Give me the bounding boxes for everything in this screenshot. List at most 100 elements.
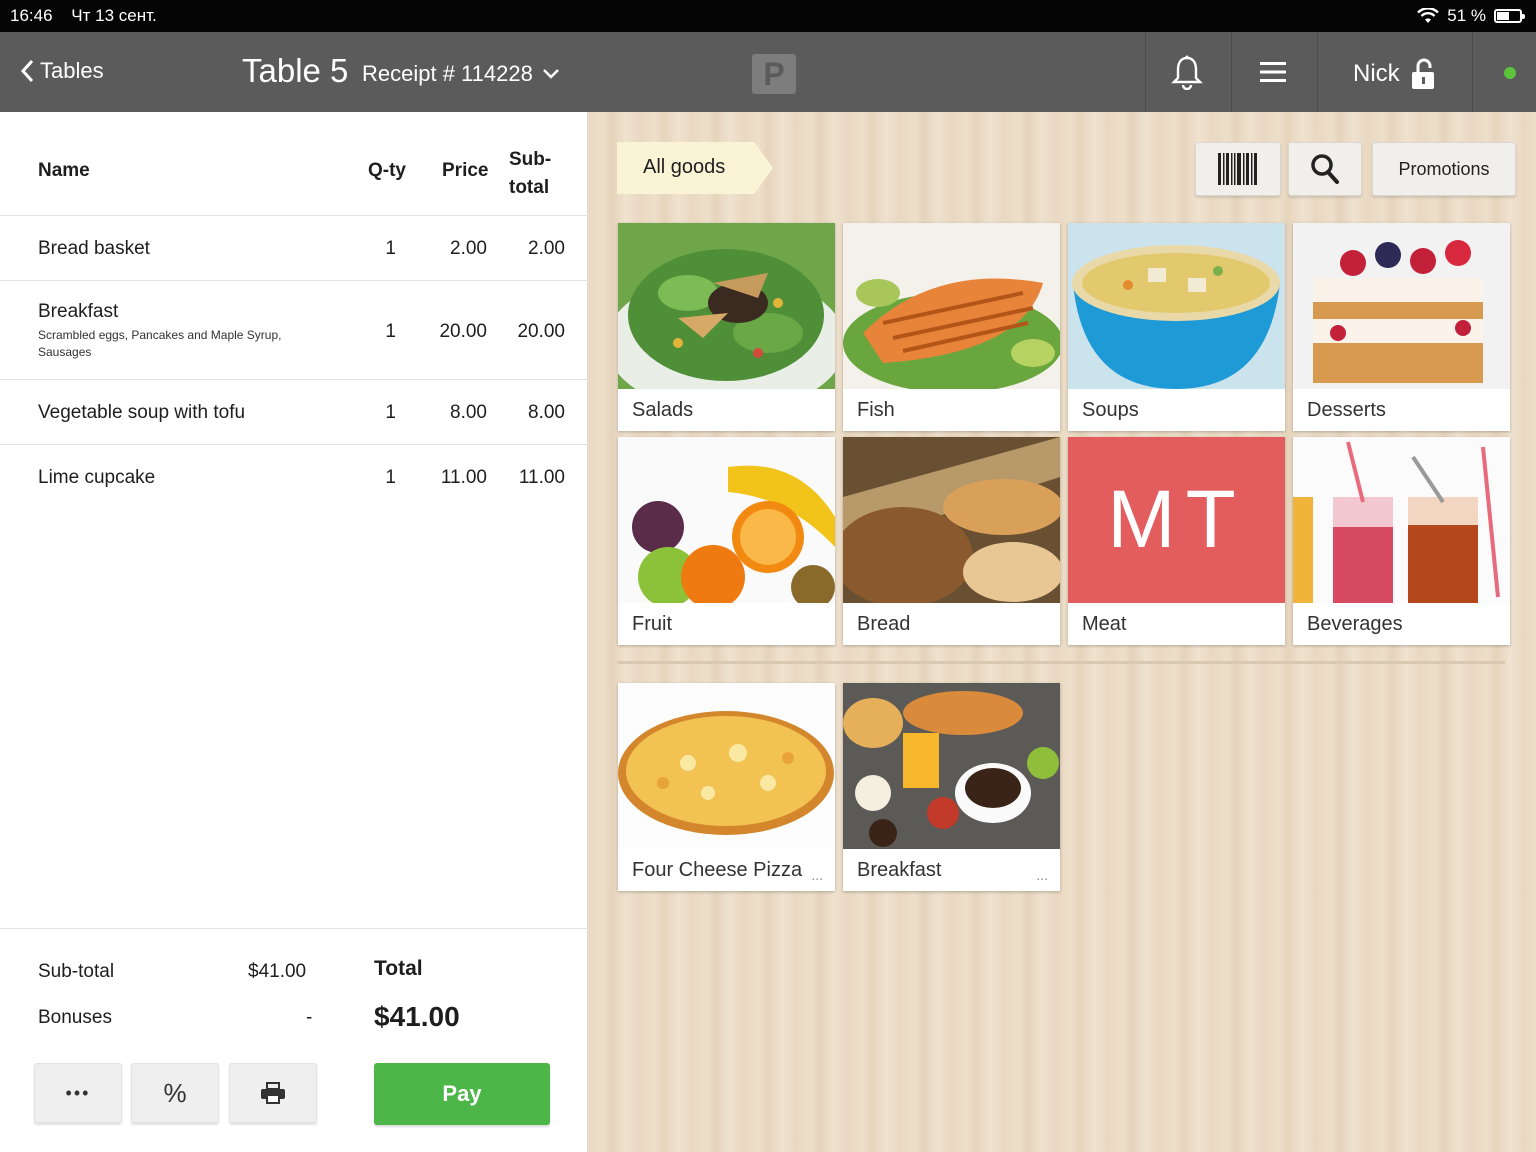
category-tile-beverages[interactable]: Beverages — [1293, 437, 1510, 645]
section-divider — [617, 661, 1505, 664]
nav-divider — [1472, 32, 1473, 112]
category-tile-fish[interactable]: Fish — [843, 223, 1060, 431]
status-bar: 16:46 Чт 13 сент. 51 % — [0, 0, 1536, 32]
more-button[interactable]: ••• — [34, 1063, 122, 1123]
category-label: Soups — [1082, 399, 1139, 421]
item-qty: 1 — [385, 467, 396, 488]
subtotal-value: $41.00 — [248, 961, 307, 982]
subtotal-label: Sub-total — [38, 961, 115, 982]
category-tile-bread[interactable]: Bread — [843, 437, 1060, 645]
total-value: $41.00 — [374, 1001, 460, 1032]
bonuses-value: - — [306, 1007, 313, 1028]
salad-image — [618, 223, 835, 389]
dessert-image — [1293, 223, 1510, 389]
back-label: Tables — [40, 58, 104, 83]
chevron-left-icon — [20, 59, 34, 83]
menu-icon[interactable] — [1258, 60, 1288, 84]
item-subtotal: 11.00 — [518, 467, 565, 488]
nav-divider — [1145, 32, 1146, 112]
item-price: 11.00 — [440, 467, 487, 488]
search-button[interactable] — [1288, 142, 1362, 196]
app-logo: P — [752, 54, 796, 94]
bread-image — [843, 437, 1060, 603]
item-name: Bread basket — [38, 238, 150, 259]
nav-divider — [1231, 32, 1232, 112]
order-row[interactable]: Bread basket 1 2.00 2.00 — [0, 216, 588, 281]
status-time: 16:46 — [10, 6, 53, 25]
product-more: ... — [811, 867, 823, 883]
order-panel: Name Q-ty Price Sub-total Bread basket 1… — [0, 112, 588, 1152]
item-name: Lime cupcake — [38, 467, 156, 488]
order-table-header: Name Q-ty Price Sub-total — [0, 112, 588, 216]
wifi-icon — [1417, 8, 1440, 23]
item-price: 8.00 — [450, 402, 487, 423]
more-icon: ••• — [65, 1082, 91, 1103]
item-qty: 1 — [385, 238, 396, 259]
category-tile-soups[interactable]: Soups — [1068, 223, 1285, 431]
category-label: Meat — [1082, 613, 1127, 635]
battery-icon — [1494, 9, 1525, 23]
category-label: Salads — [632, 399, 694, 421]
product-more: ... — [1036, 867, 1048, 883]
beverages-image — [1293, 437, 1510, 603]
breakfast-image — [843, 683, 1060, 849]
barcode-button[interactable] — [1195, 142, 1281, 196]
header-subtotal: Sub-total — [509, 149, 552, 198]
category-tile-meat[interactable]: MT Meat — [1068, 437, 1285, 645]
item-subtotal: 20.00 — [517, 321, 565, 342]
receipt-selector[interactable]: Receipt # 114228 — [362, 61, 559, 87]
item-description: Scrambled eggs, Pancakes and Maple Syrup… — [38, 328, 282, 359]
nav-divider — [1317, 32, 1318, 112]
order-row[interactable]: Lime cupcake 1 11.00 11.00 — [0, 445, 588, 510]
print-button[interactable] — [229, 1063, 317, 1123]
category-tile-desserts[interactable]: Desserts — [1293, 223, 1510, 431]
discount-button[interactable]: % — [131, 1063, 219, 1123]
product-label: Four Cheese Pizza — [632, 859, 803, 881]
percent-icon: % — [163, 1077, 187, 1108]
user-menu[interactable]: Nick — [1353, 58, 1436, 90]
item-qty: 1 — [385, 402, 396, 423]
product-tile-four-cheese-pizza[interactable]: Four Cheese Pizza ... — [618, 683, 835, 891]
order-row[interactable]: Breakfast Scrambled eggs, Pancakes and Ma… — [0, 281, 588, 380]
nav-bar: Tables Table 5 Receipt # 114228 P Nick — [0, 32, 1536, 112]
chevron-down-icon — [542, 69, 559, 79]
meat-initials: MT — [1068, 437, 1285, 603]
battery-percent: 51 % — [1447, 6, 1486, 25]
online-status-indicator — [1504, 67, 1516, 79]
header-name: Name — [38, 160, 90, 181]
fish-image — [843, 223, 1060, 389]
category-label: Fish — [857, 399, 895, 421]
table-title: Table 5 — [242, 52, 349, 89]
fruit-image — [618, 437, 835, 603]
totals-section: Sub-total $41.00 Bonuses - Total $41.00 … — [0, 928, 588, 1152]
barcode-icon — [1218, 153, 1257, 185]
item-subtotal: 2.00 — [528, 238, 565, 259]
receipt-label: Receipt # 114228 — [362, 61, 533, 86]
category-label: Desserts — [1307, 399, 1386, 421]
product-tile-breakfast[interactable]: Breakfast ... — [843, 683, 1060, 891]
bell-icon[interactable] — [1170, 54, 1204, 90]
unlock-icon — [1411, 58, 1434, 89]
pizza-image — [618, 683, 835, 849]
back-button[interactable]: Tables — [20, 58, 104, 84]
header-price: Price — [442, 160, 489, 181]
category-label: Fruit — [632, 613, 672, 635]
item-price: 2.00 — [450, 238, 487, 259]
category-tile-fruit[interactable]: Fruit — [618, 437, 835, 645]
pay-button[interactable]: Pay — [374, 1063, 550, 1125]
category-label: Beverages — [1307, 613, 1403, 635]
user-name: Nick — [1353, 60, 1400, 87]
order-row[interactable]: Vegetable soup with tofu 1 8.00 8.00 — [0, 380, 588, 445]
category-tile-salads[interactable]: Salads — [618, 223, 835, 431]
breadcrumb-all-goods[interactable]: All goods — [617, 142, 773, 194]
promotions-button[interactable]: Promotions — [1372, 142, 1516, 196]
item-subtotal: 8.00 — [528, 402, 565, 423]
bonuses-label: Bonuses — [38, 1007, 112, 1028]
category-label: Bread — [857, 613, 911, 635]
item-price: 20.00 — [439, 321, 487, 342]
item-name: Vegetable soup with tofu — [38, 402, 246, 423]
soup-image — [1068, 223, 1285, 389]
product-label: Breakfast — [857, 859, 942, 881]
printer-icon — [261, 1082, 285, 1104]
status-date: Чт 13 сент. — [71, 6, 157, 25]
